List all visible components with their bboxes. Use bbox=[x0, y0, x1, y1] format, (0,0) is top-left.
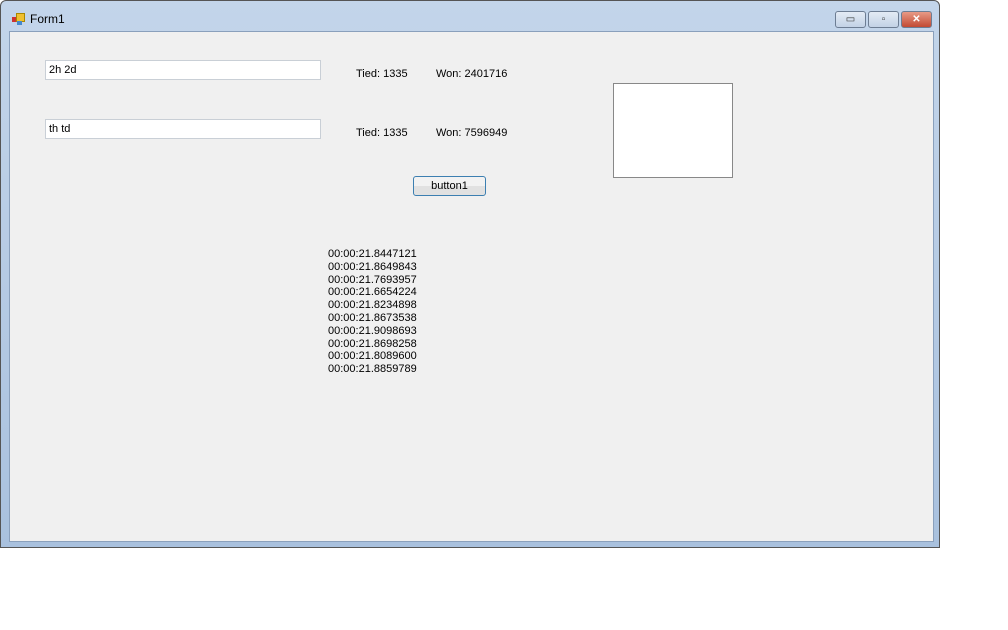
window-title: Form1 bbox=[30, 12, 65, 26]
maximize-button[interactable]: ▫ bbox=[868, 11, 899, 28]
timing: 00:00:21.8234898 bbox=[328, 299, 417, 312]
tied-label-1: Tied: 1335 bbox=[356, 68, 408, 80]
hand2-input[interactable]: th td bbox=[45, 119, 321, 139]
maximize-icon: ▫ bbox=[881, 14, 886, 25]
won-label-2: Won: 7596949 bbox=[436, 127, 508, 139]
close-icon: ✕ bbox=[912, 14, 921, 25]
timing: 00:00:21.8859789 bbox=[328, 363, 417, 376]
form-window: Form1 ▭ ▫ ✕ bbox=[0, 0, 940, 548]
timing: 00:00:21.9098693 bbox=[328, 324, 417, 337]
minimize-button[interactable]: ▭ bbox=[835, 11, 866, 28]
close-button[interactable]: ✕ bbox=[901, 11, 932, 28]
timing: 00:00:21.8089600 bbox=[328, 350, 417, 363]
timing: 00:00:21.6654224 bbox=[328, 286, 417, 299]
picture-box bbox=[613, 83, 733, 178]
timing: 00:00:21.8649843 bbox=[328, 260, 417, 273]
hand1-input[interactable]: 2h 2d bbox=[45, 60, 321, 80]
timings-list: 00:00:21.8447121 00:00:21.8649843 00:00:… bbox=[328, 248, 417, 376]
minimize-icon: ▭ bbox=[845, 14, 856, 25]
timing: 00:00:21.8447121 bbox=[328, 248, 417, 260]
form-client-area bbox=[9, 31, 934, 542]
timing: 00:00:21.7693957 bbox=[328, 273, 417, 286]
tied-label-2: Tied: 1335 bbox=[356, 127, 408, 139]
won-label-1: Won: 2401716 bbox=[436, 68, 508, 80]
button1[interactable]: button1 bbox=[413, 176, 486, 196]
timing: 00:00:21.8698258 bbox=[328, 337, 417, 350]
app-icon bbox=[12, 13, 25, 25]
timing: 00:00:21.8673538 bbox=[328, 311, 417, 324]
